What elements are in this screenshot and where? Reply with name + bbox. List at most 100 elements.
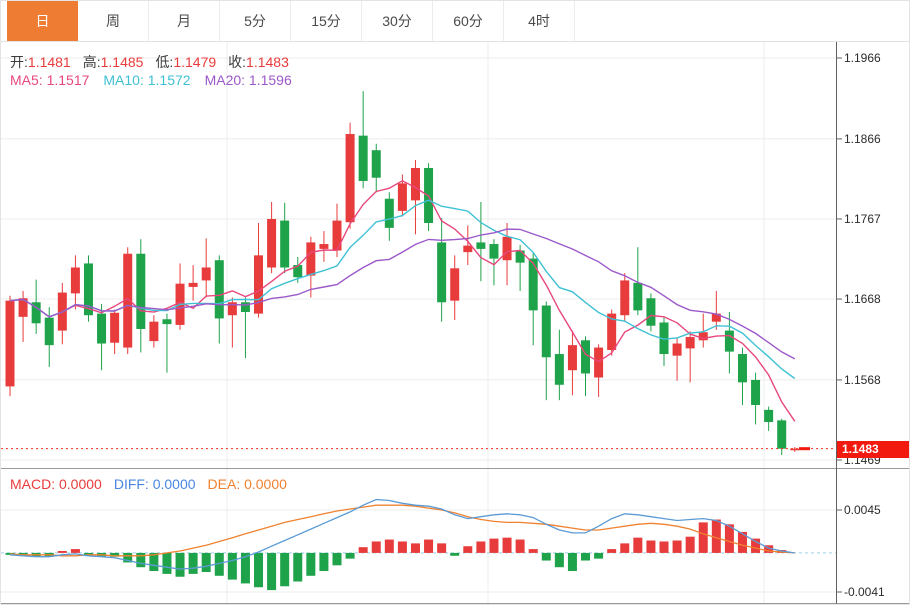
candle-body [45,318,54,346]
macd-hist-bar [489,539,498,553]
candle-body [189,283,198,287]
tab-timeframe-5[interactable]: 15分 [291,1,362,41]
candle-body [254,255,263,313]
macd-hist-bar [476,541,485,552]
candle-body [215,260,224,318]
candle-body [777,420,786,448]
price-axis-label-3: 1.1767 [844,212,881,226]
macd-hist-bar [228,553,237,580]
price-axis-label-4: 1.1668 [844,292,881,306]
macd-hist-bar [346,553,355,559]
candle-body [581,340,590,373]
candle-body [372,150,381,178]
tab-timeframe-3[interactable]: 月 [149,1,220,41]
timeframe-toolbar: 日周月5分15分30分60分4时 [1,1,909,42]
ma-value-1: MA5: 1.1517 [10,72,89,88]
candle-body [450,268,459,300]
macd-hist-bar [293,553,302,582]
ma-value-2: MA10: 1.1572 [103,72,190,88]
macd-hist-bar [437,543,446,553]
macd-axis-label-1: 0.0045 [844,503,881,517]
candle-body [516,251,525,263]
candle-body [503,237,512,260]
candle-body [149,322,158,341]
candle-body [568,345,577,370]
macd-hist-bar [660,541,669,552]
macd-hist-bar [581,553,590,561]
candlestick-chart[interactable] [1,1,910,605]
candle-body [280,221,289,268]
candle-body [489,244,498,259]
price-axis-label-5: 1.1568 [844,373,881,387]
ohlc-value-3: 1.1479 [173,54,216,70]
candle-body [267,219,276,268]
macd-hist-bar [568,553,577,571]
macd-value-3: DEA: 0.0000 [208,476,287,492]
candle-body [385,199,394,228]
macd-hist-bar [424,540,433,553]
macd-hist-bar [620,543,629,553]
macd-hist-bar [176,553,185,577]
current-price-marker [799,447,810,450]
candle-body [6,301,15,387]
macd-value-1: MACD: 0.0000 [10,476,102,492]
macd-hist-bar [503,538,512,553]
ma-readout: MA5: 1.1517 MA10: 1.1572 MA20: 1.1596 [10,72,306,88]
candle-body [555,354,564,385]
tab-timeframe-8[interactable]: 4时 [504,1,575,41]
macd-hist-bar [306,553,315,576]
tab-timeframe-7[interactable]: 60分 [433,1,504,41]
candle-body [738,354,747,382]
macd-readout: MACD: 0.0000 DIFF: 0.0000 DEA: 0.0000 [10,476,299,492]
tab-timeframe-6[interactable]: 30分 [362,1,433,41]
candle-body [319,244,328,249]
candle-body [620,280,629,315]
macd-hist-bar [555,553,564,567]
candle-body [594,348,603,378]
macd-hist-bar [673,541,682,553]
macd-hist-bar [280,553,289,586]
price-axis-label-2: 1.1866 [844,132,881,146]
macd-axis-label-2: -0.0041 [844,585,885,599]
candle-body [136,254,145,329]
tab-timeframe-2[interactable]: 周 [78,1,149,41]
candle-body [463,246,472,252]
candle-body [725,331,734,352]
tab-timeframe-1[interactable]: 日 [7,1,78,41]
candle-body [306,242,315,275]
macd-hist-bar [646,541,655,553]
macd-hist-bar [398,541,407,552]
macd-hist-bar [267,553,276,590]
macd-hist-bar [202,553,211,572]
ohlc-value-1: 1.1481 [28,54,71,70]
ohlc-value-2: 1.1485 [101,54,144,70]
macd-hist-bar [594,553,603,559]
candle-body [476,242,485,248]
candle-body [162,319,171,324]
macd-hist-bar [633,538,642,553]
macd-hist-bar [372,541,381,552]
macd-value-2: DIFF: 0.0000 [114,476,196,492]
candle-body [633,283,642,311]
ohlc-readout: 开:1.1481高:1.1485低:1.1479收:1.1483 [10,52,301,72]
macd-hist-bar [189,553,198,574]
ohlc-label-2: 高: [83,54,101,70]
price-axis-label-1: 1.1966 [844,51,881,65]
current-price-tag: 1.1483 [837,441,909,458]
trading-chart-window: 日周月5分15分30分60分4时 开:1.1481高:1.1485低:1.147… [0,0,910,605]
candle-body [686,337,695,348]
candle-body [646,298,655,326]
ma-value-3: MA20: 1.1596 [205,72,292,88]
tab-timeframe-4[interactable]: 5分 [220,1,291,41]
candle-body [346,134,355,222]
candle-body [110,313,119,343]
macd-hist-bar [254,553,263,587]
candle-body [359,136,368,181]
ohlc-label-3: 低: [155,54,173,70]
ohlc-value-4: 1.1483 [246,54,289,70]
candle-body [398,183,407,211]
macd-hist-bar [333,553,342,565]
macd-hist-bar [607,549,616,553]
candle-body [673,344,682,356]
candle-body [411,168,420,200]
